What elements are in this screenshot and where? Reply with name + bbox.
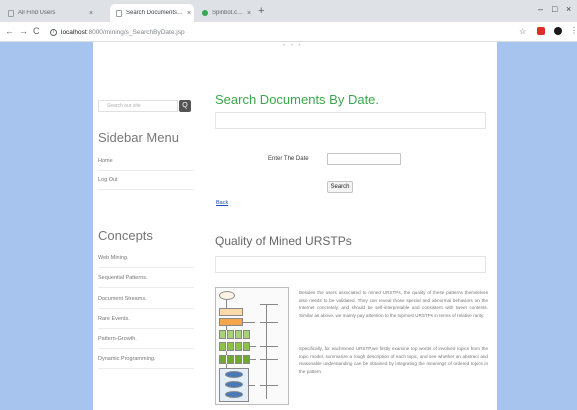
concept-item-dynamic-programming[interactable]: Dynamic Programming.	[98, 355, 194, 363]
diagram-node	[227, 342, 234, 351]
diagram-connector	[250, 346, 256, 347]
concept-item-rare-events[interactable]: Rare Events.	[98, 315, 194, 323]
paragraph-specifically: Specifically, for eachmined URSTP,we fir…	[299, 346, 488, 374]
page-icon	[8, 9, 14, 17]
diagram-node	[243, 355, 250, 364]
tab-spinbot[interactable]: Spinbot.com - Article Spinning ×	[196, 4, 254, 22]
diagram-node	[219, 330, 226, 339]
menu-kebab-icon[interactable]: ⋮	[570, 26, 577, 36]
diagram-node	[219, 308, 243, 316]
browser-tab-strip: All Find Users × Search Documents By Dat…	[0, 0, 577, 22]
diagram-node	[227, 330, 234, 339]
tab-title: Search Documents By Date	[126, 10, 184, 16]
divider	[98, 328, 194, 329]
spinbot-icon	[202, 10, 208, 16]
info-icon[interactable]: i	[50, 28, 57, 36]
search-button[interactable]: Search	[327, 181, 353, 193]
diagram-node	[227, 355, 234, 364]
profile-avatar-icon[interactable]	[554, 27, 562, 35]
diagram-connector	[243, 322, 255, 323]
divider	[98, 267, 194, 268]
reload-icon[interactable]: C	[33, 25, 40, 38]
concept-item-web-mining[interactable]: Web Mining.	[98, 254, 194, 262]
sidebar-menu-heading: Sidebar Menu	[98, 130, 179, 145]
new-tab-button[interactable]: +	[258, 5, 264, 17]
diagram-node	[219, 355, 226, 364]
maximize-button[interactable]: □	[552, 3, 557, 15]
url-path: :8000/mining/s_SearchByDate.jsp	[86, 28, 185, 36]
sidebar-item-home[interactable]: Home	[98, 157, 194, 165]
divider	[98, 308, 194, 309]
close-window-button[interactable]: ×	[566, 3, 571, 15]
tab-close-icon[interactable]: ×	[244, 10, 254, 17]
divider	[98, 170, 194, 171]
minimize-button[interactable]: –	[538, 3, 543, 15]
diagram-node	[235, 355, 242, 364]
diagram-connector	[260, 304, 278, 305]
diagram-node	[225, 391, 243, 398]
bookmark-star-icon[interactable]: ☆	[519, 27, 526, 37]
diagram-node	[219, 318, 243, 326]
tab-title: Spinbot.com - Article Spinning	[212, 10, 244, 16]
tab-close-icon[interactable]: ×	[86, 10, 96, 17]
concept-item-pattern-growth[interactable]: Pattern-Growth.	[98, 335, 194, 343]
sidebar-item-logout[interactable]: Log Out	[98, 176, 194, 184]
back-link[interactable]: Back	[216, 200, 228, 206]
page-container: • • • Search our site Q Sidebar Menu Hom…	[93, 42, 497, 410]
tab-title: All Find Users	[18, 10, 56, 16]
forward-arrow-icon[interactable]: →	[19, 25, 28, 38]
url-host: localhost	[61, 28, 87, 36]
diagram-connector	[260, 322, 278, 323]
divider	[98, 368, 194, 369]
page-icon	[116, 9, 122, 17]
diagram-connector	[260, 346, 278, 347]
diagram-connector	[260, 359, 278, 360]
date-label: Enter The Date	[268, 156, 309, 162]
concept-item-document-streams[interactable]: Document Streams.	[98, 295, 194, 303]
back-arrow-icon[interactable]: ←	[5, 25, 14, 38]
divider	[98, 287, 194, 288]
tab-close-icon[interactable]: ×	[184, 10, 194, 17]
diagram-node	[225, 381, 243, 388]
search-icon[interactable]: Q	[179, 100, 191, 112]
header-decoration: • • •	[283, 43, 303, 49]
diagram-node	[243, 342, 250, 351]
address-bar[interactable]: i localhost :8000/mining/s_SearchByDate.…	[50, 25, 520, 39]
page-viewport: • • • Search our site Q Sidebar Menu Hom…	[0, 42, 577, 410]
urstp-diagram-image	[215, 287, 289, 405]
diagram-node	[219, 342, 226, 351]
extension-icon[interactable]	[537, 27, 545, 35]
diagram-connector	[250, 359, 256, 360]
diagram-node	[225, 371, 243, 378]
concepts-heading: Concepts	[98, 228, 153, 243]
browser-toolbar: ← → C i localhost :8000/mining/s_SearchB…	[0, 22, 577, 42]
tab-search-documents-by-date[interactable]: Search Documents By Date ×	[110, 4, 194, 22]
paragraph-quality: Besides the users associated to mined UR…	[299, 290, 488, 318]
diagram-node	[243, 330, 250, 339]
divider	[98, 348, 194, 349]
title-underline-box	[215, 112, 486, 129]
page-title: Search Documents By Date.	[215, 92, 380, 107]
concept-item-sequential-patterns[interactable]: Sequential Patterns.	[98, 274, 194, 282]
diagram-connector	[260, 385, 278, 386]
diagram-connector	[226, 300, 227, 308]
divider	[98, 189, 194, 190]
diagram-node	[219, 291, 235, 300]
site-search-input[interactable]: Search our site	[98, 100, 178, 112]
date-input[interactable]	[327, 153, 401, 165]
diagram-node	[235, 330, 242, 339]
section-underline-box	[215, 256, 486, 273]
diagram-connector	[249, 385, 255, 386]
diagram-node	[235, 342, 242, 351]
section-heading: Quality of Mined URSTPs	[215, 234, 352, 248]
tab-all-find-users[interactable]: All Find Users ×	[2, 4, 96, 22]
